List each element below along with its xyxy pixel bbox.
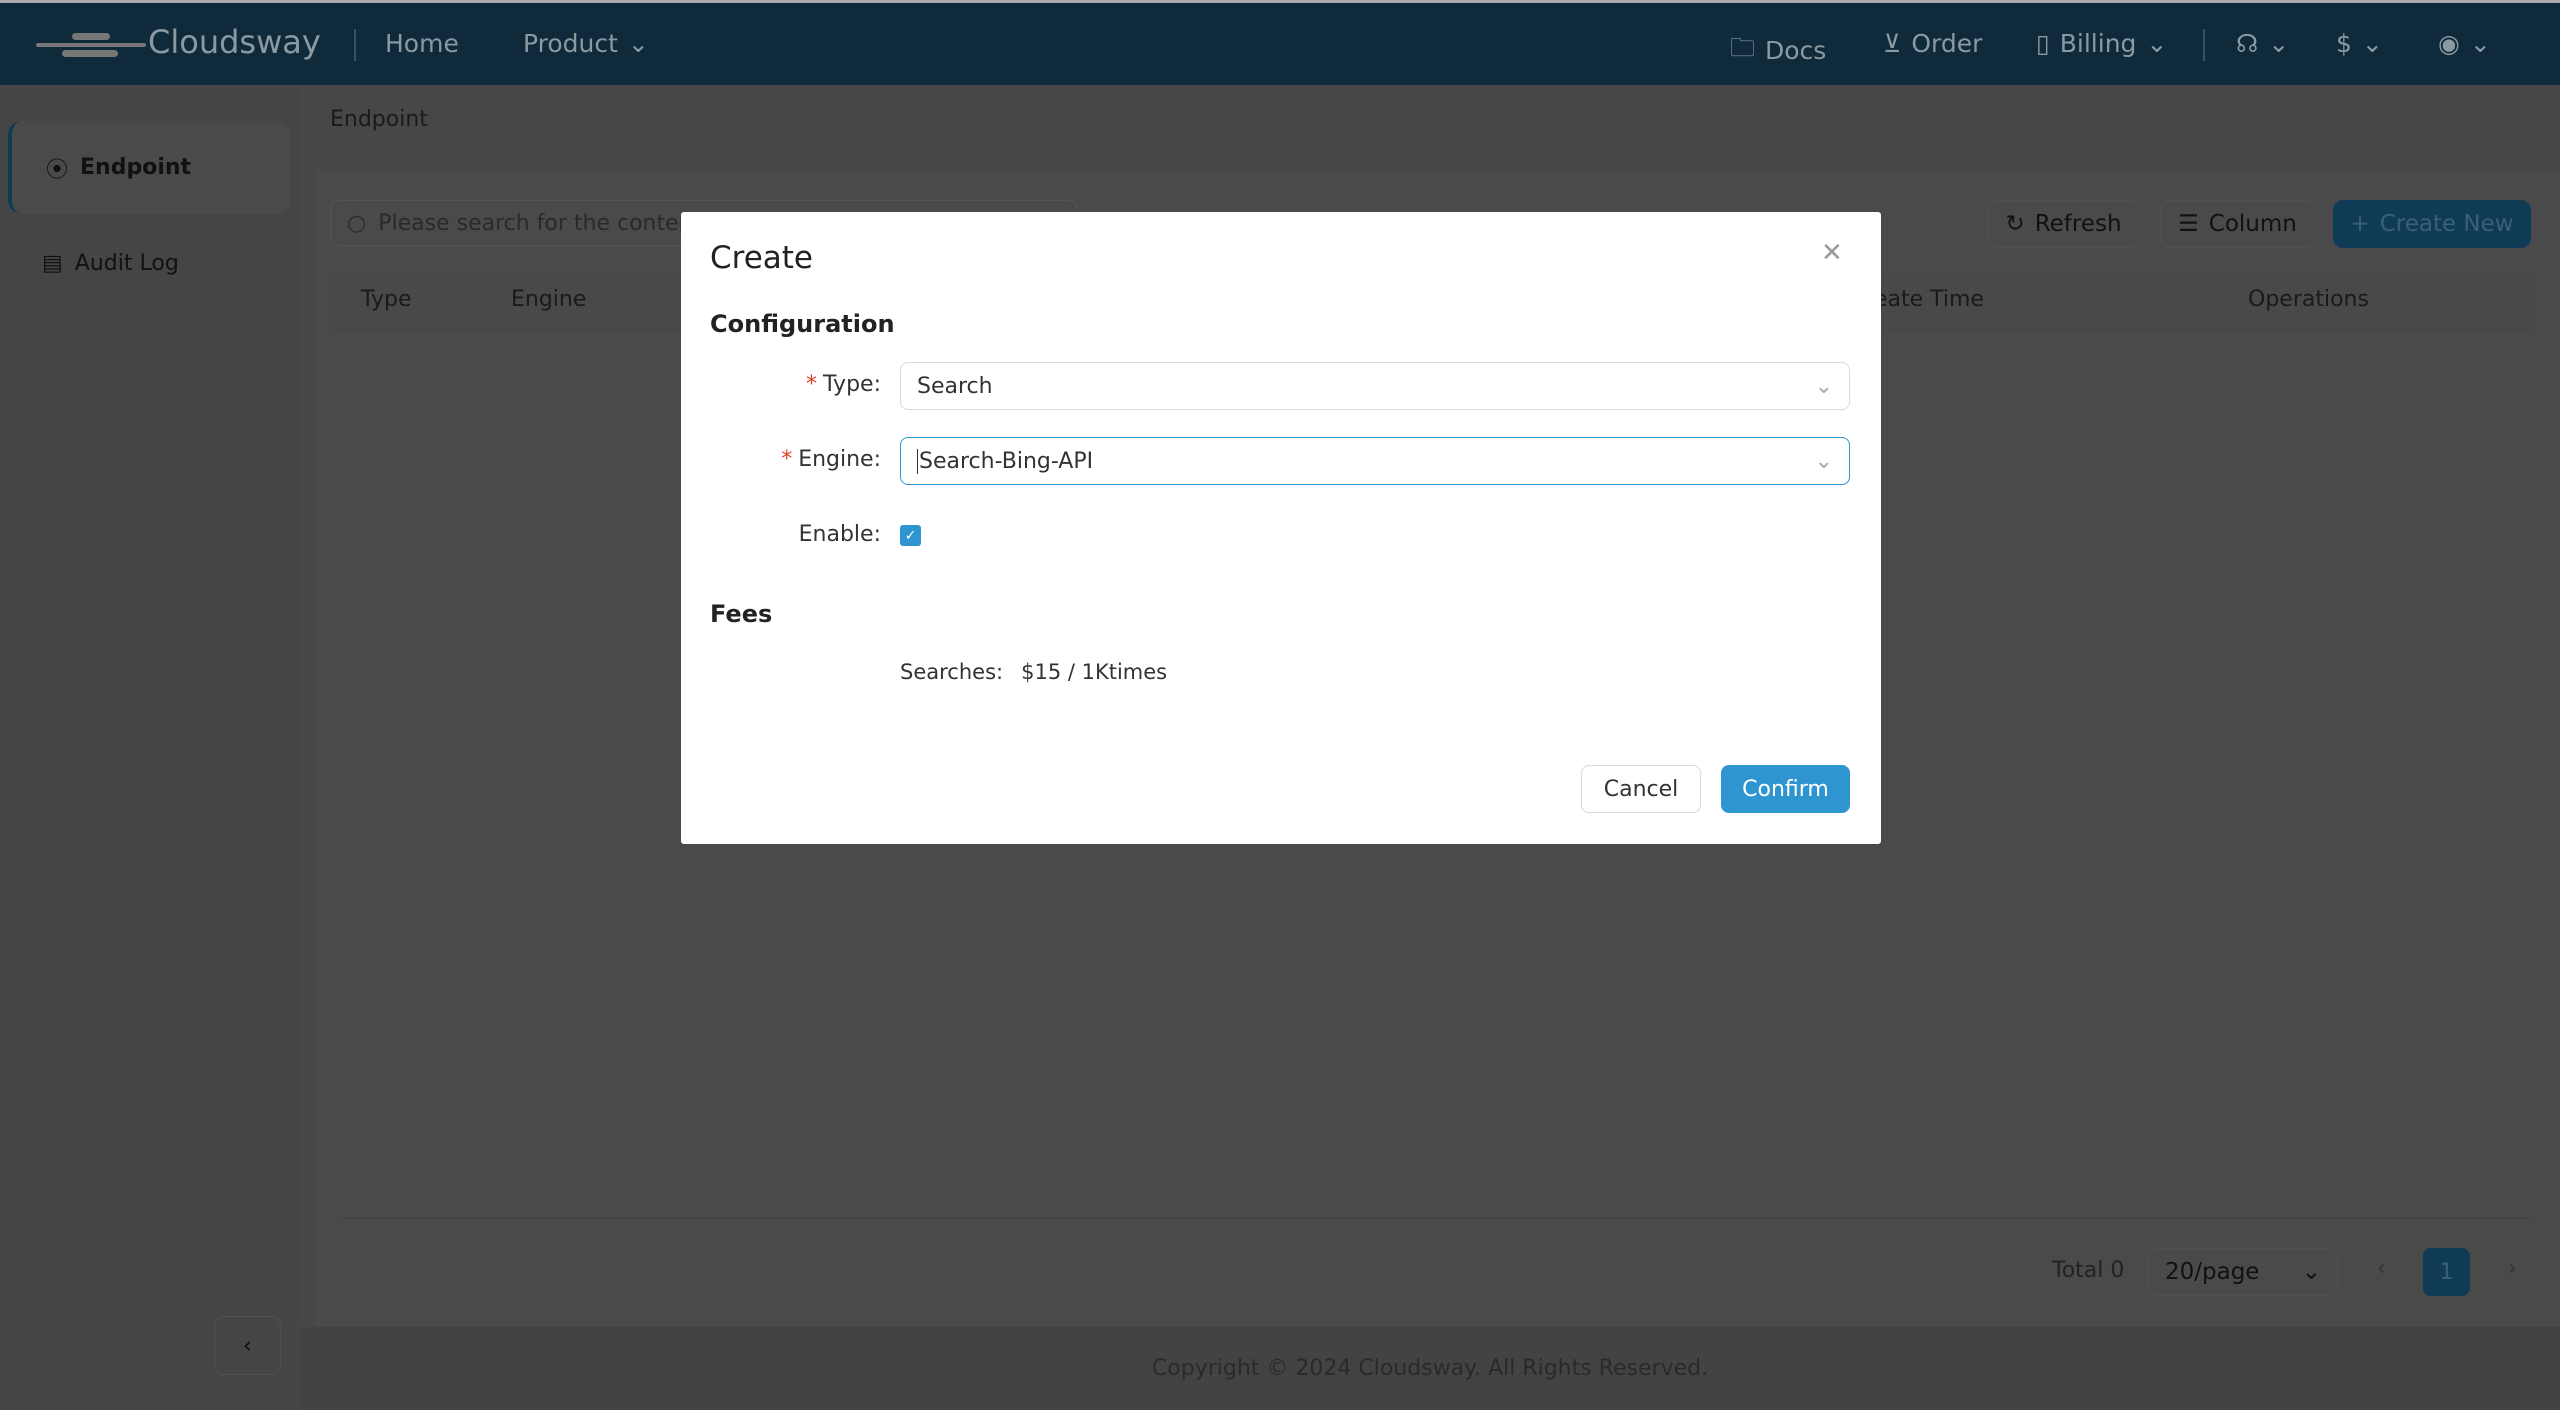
column-header-engine: Engine <box>511 287 587 312</box>
prev-page-button[interactable]: ‹ <box>2377 1256 2386 1281</box>
nav-billing[interactable]: ▯ Billing ⌄ <box>2036 29 2167 58</box>
fee-label: Searches: <box>900 660 1004 684</box>
column-header-type: Type <box>361 287 412 312</box>
refresh-button[interactable]: ↻ Refresh <box>1988 200 2139 248</box>
divider <box>2203 29 2205 61</box>
sidebar-item-label: Endpoint <box>80 155 192 180</box>
log-icon: ▤ <box>42 251 63 276</box>
chevron-down-icon: ⌄ <box>1814 373 1833 399</box>
section-fees: Fees <box>710 600 773 628</box>
support-menu[interactable]: ☊ ⌄ <box>2236 29 2289 58</box>
breadcrumb-bar: Endpoint <box>300 85 2560 170</box>
type-select[interactable]: Search ⌄ <box>900 362 1850 410</box>
nav-home[interactable]: Home <box>385 29 459 58</box>
sidebar: ⦿ Endpoint ▤ Audit Log ‹ <box>0 85 300 1410</box>
chevron-down-icon: ⌄ <box>2361 29 2383 58</box>
type-value: Search <box>917 373 993 399</box>
brand-name[interactable]: Cloudsway <box>148 23 321 61</box>
user-menu[interactable]: ◉ ⌄ <box>2438 29 2491 58</box>
confirm-button[interactable]: Confirm <box>1721 765 1850 813</box>
logo-icon <box>36 29 146 59</box>
table-bottom-divider <box>340 1217 2530 1219</box>
close-icon[interactable]: ✕ <box>1821 238 1843 268</box>
currency-icon: $ <box>2336 29 2352 58</box>
nav-label: Billing <box>2059 29 2137 58</box>
create-new-button[interactable]: + Create New <box>2333 200 2531 248</box>
section-configuration: Configuration <box>710 310 895 338</box>
folder-icon: 🗀 <box>1730 33 1756 62</box>
chevron-down-icon: ⌄ <box>2301 1259 2321 1285</box>
endpoint-icon: ⦿ <box>46 157 69 183</box>
page-size-select[interactable]: 20/page ⌄ <box>2148 1248 2338 1296</box>
type-label: * Type: <box>806 372 881 397</box>
support-icon: ☊ <box>2236 29 2259 58</box>
divider <box>354 29 356 61</box>
column-header-operations: Operations <box>2248 287 2369 312</box>
create-dialog: Create ✕ Configuration * Type: Search ⌄ * E… <box>681 212 1881 844</box>
nav-label: Docs <box>1765 36 1827 65</box>
next-page-button[interactable]: › <box>2508 1256 2517 1281</box>
fee-row: Searches: $15 / 1Ktimes <box>900 660 1167 684</box>
top-navbar: Cloudsway Home Product ⌄ 🗀 Docs ⊻ Order ▯ Bi… <box>0 0 2560 85</box>
check-icon: ✓ <box>904 527 917 544</box>
nav-label: Order <box>1911 29 1983 58</box>
page-size-value: 20/page <box>2165 1259 2260 1285</box>
chevron-down-icon: ⌄ <box>2469 29 2491 58</box>
column-button[interactable]: ☰ Column <box>2160 200 2315 248</box>
sidebar-item-endpoint[interactable]: ⦿ Endpoint <box>8 121 290 214</box>
plus-icon: + <box>2350 211 2370 237</box>
chevron-down-icon: ⌄ <box>2146 29 2168 58</box>
chevron-left-icon: ‹ <box>242 1332 253 1359</box>
enable-label: Enable: <box>798 522 881 547</box>
collapse-sidebar-button[interactable]: ‹ <box>214 1316 281 1375</box>
chevron-down-icon: ⌄ <box>2268 29 2290 58</box>
page-1-button[interactable]: 1 <box>2423 1248 2470 1296</box>
currency-menu[interactable]: $ ⌄ <box>2336 29 2383 58</box>
footer: Copyright © 2024 Cloudsway. All Rights R… <box>300 1327 2560 1410</box>
nav-docs[interactable]: 🗀 Docs <box>1730 29 1826 72</box>
sidebar-item-audit-log[interactable]: ▤ Audit Log <box>8 217 290 310</box>
button-label: Refresh <box>2034 211 2122 237</box>
nav-label: Home <box>385 29 459 58</box>
engine-value: Search-Bing-API <box>917 448 1094 474</box>
fee-value: $15 / 1Ktimes <box>1021 660 1168 684</box>
cart-icon: ⊻ <box>1883 29 1902 58</box>
dialog-title: Create <box>710 240 814 276</box>
nav-label: Product <box>523 29 618 58</box>
engine-label: * Engine: <box>781 447 881 472</box>
sliders-icon: ☰ <box>2178 211 2199 237</box>
pagination-total: Total 0 <box>2052 1258 2125 1283</box>
button-label: Column <box>2208 211 2297 237</box>
breadcrumb: Endpoint <box>330 107 428 132</box>
refresh-icon: ↻ <box>2005 211 2025 237</box>
label-text: Engine: <box>798 447 881 472</box>
label-text: Type: <box>823 372 881 397</box>
cancel-button[interactable]: Cancel <box>1581 765 1701 813</box>
nav-order[interactable]: ⊻ Order <box>1883 29 1982 58</box>
search-placeholder: Please search for the content <box>378 210 702 236</box>
chevron-down-icon: ⌄ <box>1814 448 1833 474</box>
chevron-down-icon: ⌄ <box>627 29 649 58</box>
sidebar-item-label: Audit Log <box>74 251 179 276</box>
engine-select[interactable]: Search-Bing-API ⌄ <box>900 437 1850 485</box>
nav-product[interactable]: Product ⌄ <box>523 29 649 58</box>
button-label: Create New <box>2379 211 2514 237</box>
bill-icon: ▯ <box>2036 29 2050 58</box>
enable-checkbox[interactable]: ✓ <box>900 525 921 546</box>
search-icon: ○ <box>347 210 367 236</box>
user-icon: ◉ <box>2438 29 2460 58</box>
